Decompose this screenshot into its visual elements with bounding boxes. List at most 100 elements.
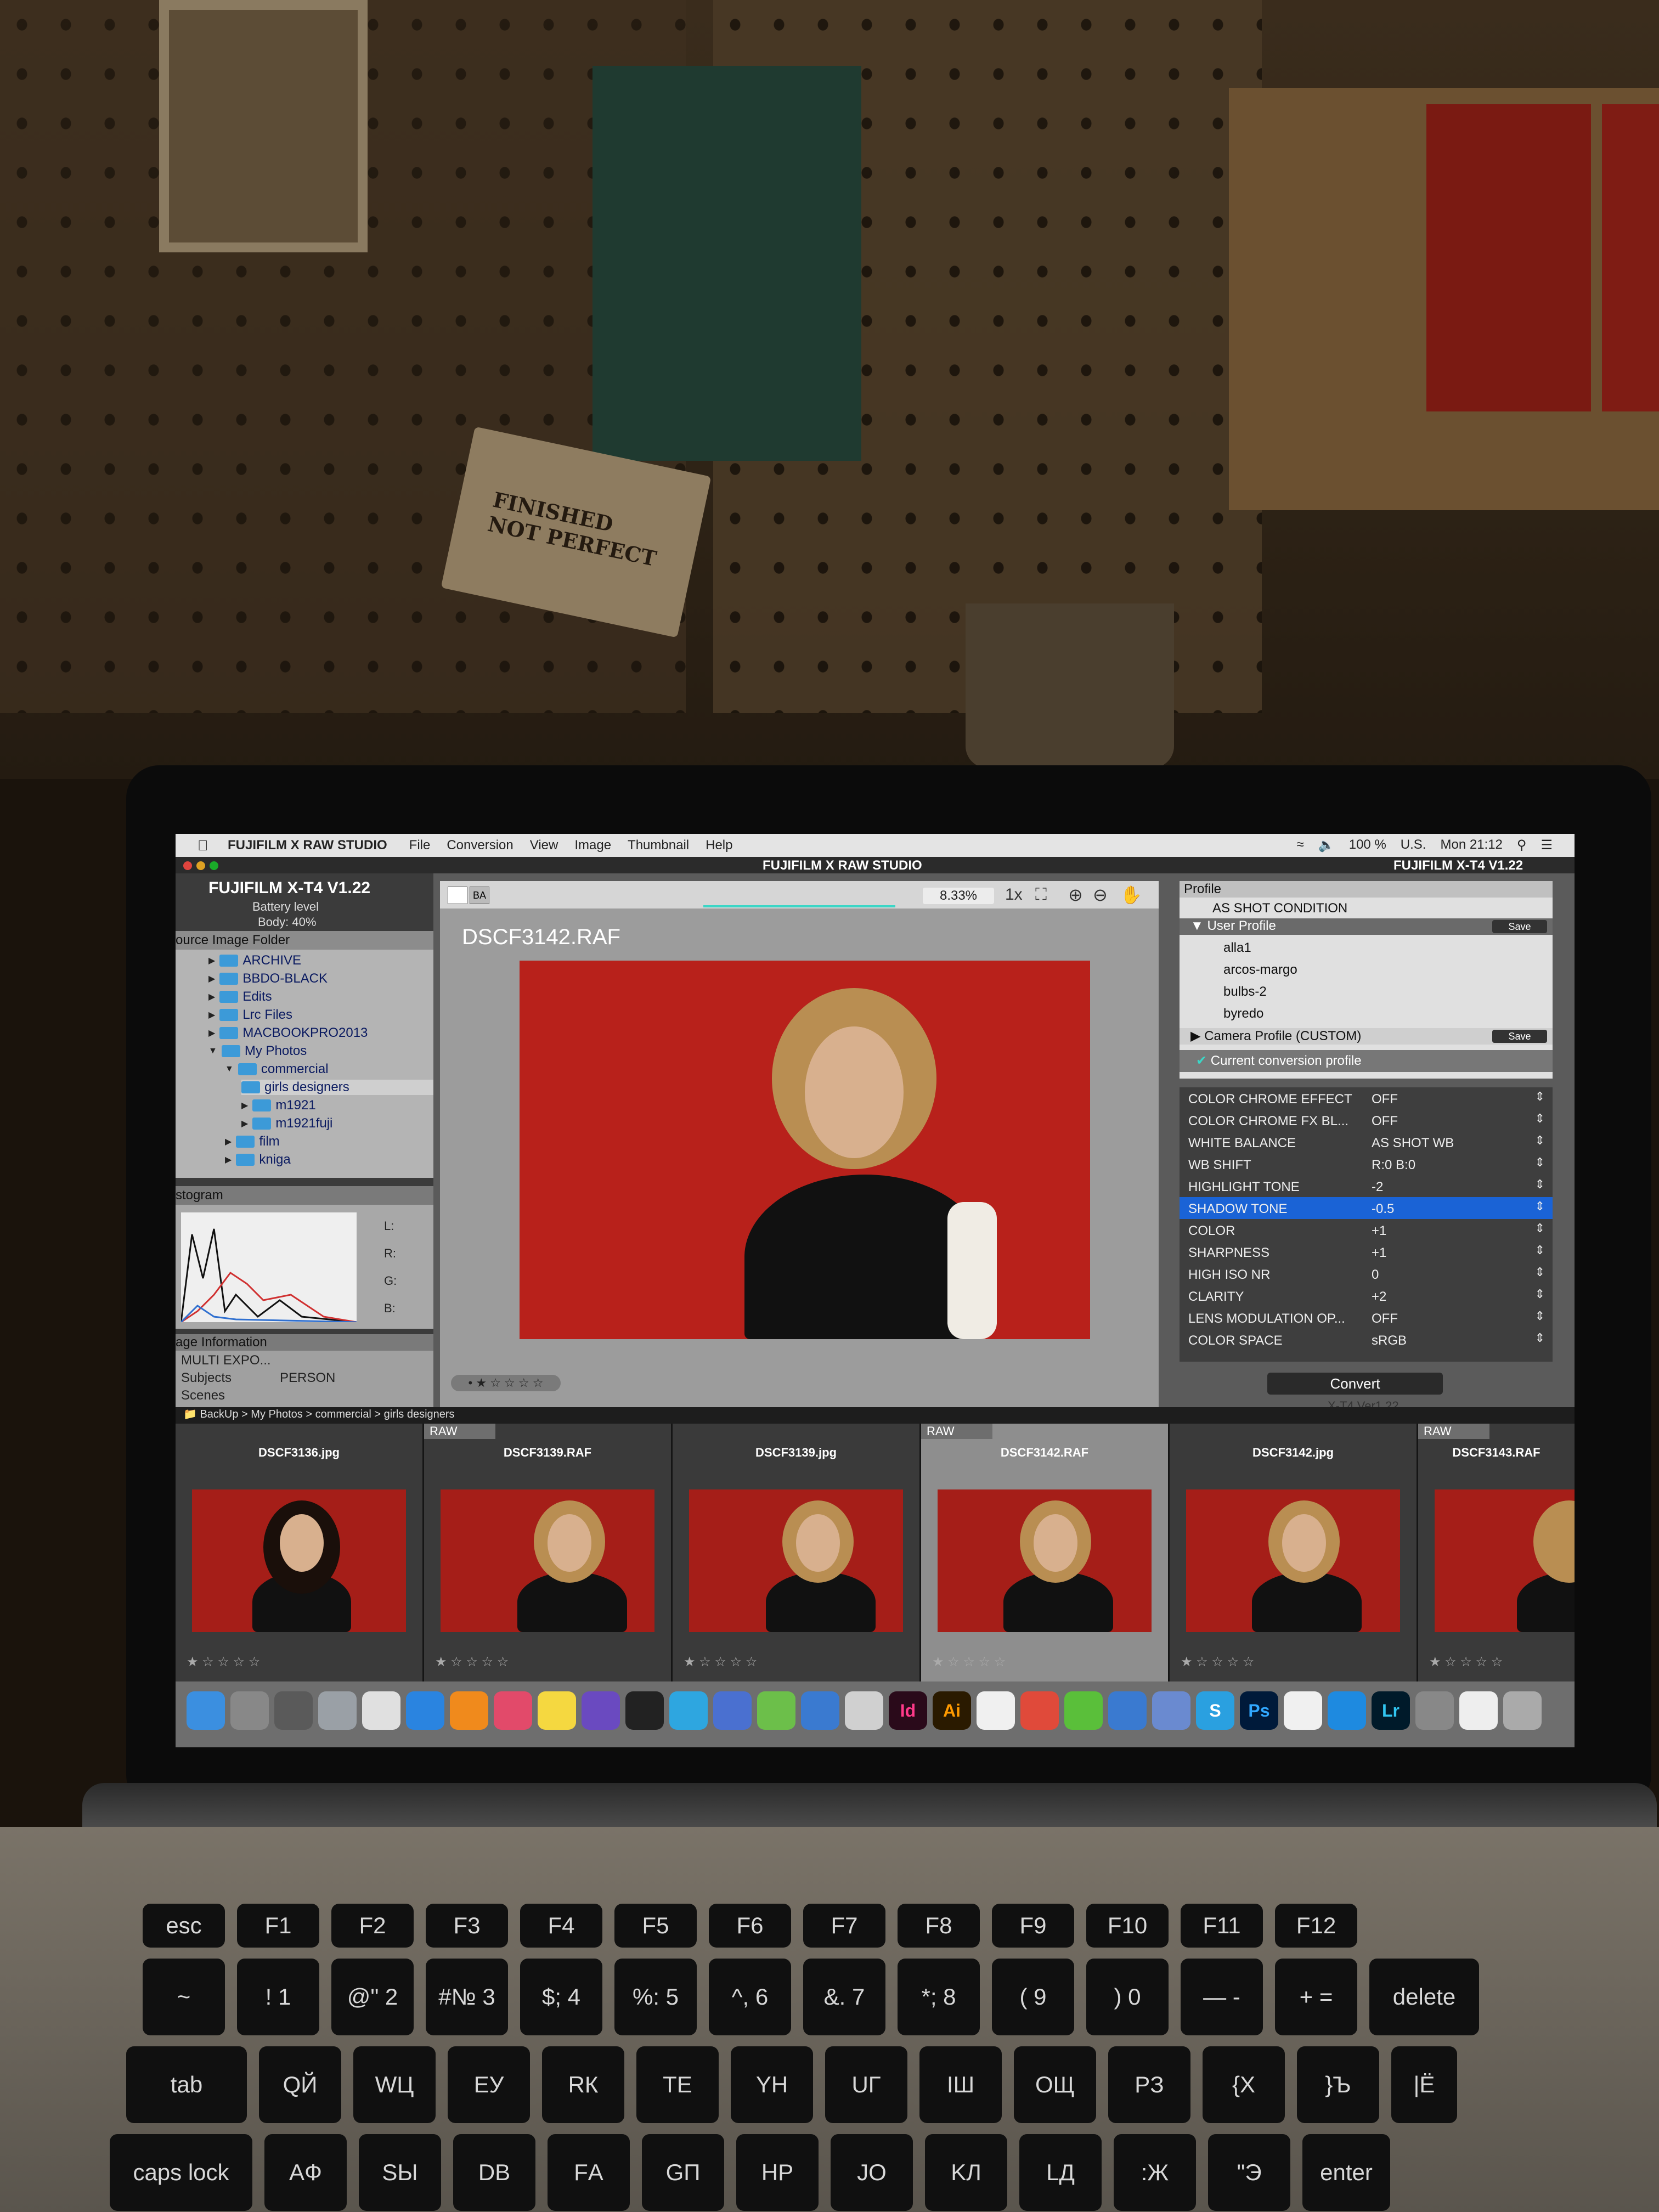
- folder-macbookpro2013[interactable]: ▶ MACBOOKPRO2013: [208, 1025, 368, 1041]
- param-row[interactable]: COLOR +1 ⇕: [1180, 1219, 1553, 1241]
- stepper-icon[interactable]: ⇕: [1535, 1177, 1545, 1192]
- single-view-button[interactable]: [448, 887, 467, 904]
- key-f7[interactable]: F7: [803, 1904, 885, 1948]
- param-row[interactable]: LENS MODULATION OP... OFF ⇕: [1180, 1307, 1553, 1329]
- user-profile-save-button[interactable]: Save: [1492, 920, 1547, 933]
- thumbnail[interactable]: RAW DSCF3139.RAF ★ ☆ ☆ ☆ ☆: [424, 1424, 673, 1681]
- key-f3[interactable]: F3: [426, 1904, 508, 1948]
- trash-icon[interactable]: [1503, 1691, 1542, 1730]
- dashboard-icon[interactable]: [274, 1691, 313, 1730]
- zoom-in-icon[interactable]: ⊕: [1068, 884, 1083, 905]
- folder-m1921[interactable]: ▶ m1921: [241, 1098, 316, 1113]
- skype-icon[interactable]: S: [1196, 1691, 1234, 1730]
- stepper-icon[interactable]: ⇕: [1535, 1133, 1545, 1148]
- key-f1[interactable]: F1: [237, 1904, 319, 1948]
- param-row[interactable]: SHARPNESS +1 ⇕: [1180, 1241, 1553, 1263]
- folder-kniga[interactable]: ▶ kniga: [225, 1152, 291, 1167]
- folder-film[interactable]: ▶ film: [225, 1134, 280, 1149]
- chrome-icon[interactable]: [1020, 1691, 1059, 1730]
- raw-studio-icon[interactable]: [625, 1691, 664, 1730]
- key-5[interactable]: %: 5: [614, 1959, 697, 2035]
- param-row[interactable]: WB SHIFT R:0 B:0 ⇕: [1180, 1153, 1553, 1175]
- key-j[interactable]: JО: [831, 2134, 913, 2211]
- profile-as-shot[interactable]: AS SHOT CONDITION: [1212, 901, 1347, 916]
- thumbnail[interactable]: DSCF3139.jpg ★ ☆ ☆ ☆ ☆: [673, 1424, 921, 1681]
- param-row[interactable]: COLOR CHROME EFFECT OFF ⇕: [1180, 1087, 1553, 1109]
- textedit-icon[interactable]: [977, 1691, 1015, 1730]
- folder-bbdo-black[interactable]: ▶ BBDO-BLACK: [208, 971, 328, 986]
- stepper-icon[interactable]: ⇕: [1535, 1199, 1545, 1214]
- expand-arrow-icon[interactable]: ▶: [208, 991, 215, 1002]
- zoom-1x-button[interactable]: 1x: [1005, 885, 1023, 904]
- param-row[interactable]: COLOR CHROME FX BL... OFF ⇕: [1180, 1109, 1553, 1131]
- thumbnail-rating[interactable]: ★ ☆ ☆ ☆ ☆: [684, 1654, 757, 1670]
- key-8[interactable]: *; 8: [898, 1959, 980, 2035]
- key-a[interactable]: AФ: [264, 2134, 347, 2211]
- search-icon[interactable]: ⚲: [1517, 837, 1527, 853]
- rating-stars[interactable]: • ★ ☆ ☆ ☆ ☆: [451, 1375, 561, 1391]
- stepper-icon[interactable]: ⇕: [1535, 1243, 1545, 1257]
- folder-lrc-files[interactable]: ▶ Lrc Files: [208, 1007, 292, 1023]
- notification-center-icon[interactable]: ☰: [1541, 837, 1553, 853]
- stepper-icon[interactable]: ⇕: [1535, 1090, 1545, 1104]
- key-minus[interactable]: — -: [1181, 1959, 1263, 2035]
- input-source[interactable]: U.S.: [1401, 837, 1426, 853]
- key-l[interactable]: LД: [1019, 2134, 1102, 2211]
- key-semicolon[interactable]: :Ж: [1114, 2134, 1196, 2211]
- stepper-icon[interactable]: ⇕: [1535, 1265, 1545, 1279]
- disk-utility-icon[interactable]: [845, 1691, 883, 1730]
- expand-arrow-icon[interactable]: ▶: [208, 1028, 215, 1039]
- lightroom-icon[interactable]: Lr: [1372, 1691, 1410, 1730]
- expand-arrow-icon[interactable]: ▶: [225, 1154, 232, 1165]
- key-f11[interactable]: F11: [1181, 1904, 1263, 1948]
- apple-icon[interactable]: : [198, 837, 208, 854]
- menu-file[interactable]: File: [409, 838, 431, 853]
- menu-thumbnail[interactable]: Thumbnail: [628, 838, 689, 853]
- music-icon[interactable]: [494, 1691, 532, 1730]
- key-2[interactable]: @" 2: [331, 1959, 414, 2035]
- thumbnail[interactable]: DSCF3142.jpg ★ ☆ ☆ ☆ ☆: [1170, 1424, 1418, 1681]
- key-f4[interactable]: F4: [520, 1904, 602, 1948]
- zoom-out-icon[interactable]: ⊖: [1093, 884, 1108, 905]
- safari-icon[interactable]: [406, 1691, 444, 1730]
- key-6[interactable]: ^, 6: [709, 1959, 791, 2035]
- photoshop-icon[interactable]: Ps: [1240, 1691, 1278, 1730]
- stepper-icon[interactable]: ⇕: [1535, 1331, 1545, 1345]
- key-e[interactable]: EУ: [448, 2046, 530, 2123]
- stepper-icon[interactable]: ⇕: [1535, 1221, 1545, 1235]
- app-store-icon[interactable]: [1328, 1691, 1366, 1730]
- minimize-window-button[interactable]: [196, 861, 205, 870]
- thumbnail-rating[interactable]: ★ ☆ ☆ ☆ ☆: [435, 1654, 509, 1670]
- menu-help[interactable]: Help: [706, 838, 732, 853]
- close-window-button[interactable]: [183, 861, 192, 870]
- illustrator-icon[interactable]: Ai: [933, 1691, 971, 1730]
- expand-arrow-icon[interactable]: ▶: [225, 1136, 232, 1147]
- stepper-icon[interactable]: ⇕: [1535, 1309, 1545, 1323]
- app-menu[interactable]: FUJIFILM X RAW STUDIO: [228, 838, 387, 853]
- profile-item[interactable]: alla1: [1223, 940, 1251, 956]
- profile-item[interactable]: arcos-margo: [1223, 962, 1297, 978]
- key-9[interactable]: ( 9: [992, 1959, 1074, 2035]
- collapse-arrow-icon[interactable]: ▼: [208, 1046, 217, 1056]
- current-profile-row[interactable]: ✔ Current conversion profile: [1180, 1050, 1553, 1072]
- key-y[interactable]: YН: [731, 2046, 813, 2123]
- expand-arrow-icon[interactable]: ▶: [241, 1100, 248, 1111]
- system-preferences-icon[interactable]: [1415, 1691, 1454, 1730]
- expand-arrow-icon[interactable]: ▶: [208, 973, 215, 984]
- key-quote[interactable]: "Э: [1208, 2134, 1290, 2211]
- key-q[interactable]: QЙ: [259, 2046, 341, 2123]
- key-i[interactable]: IШ: [919, 2046, 1002, 2123]
- menu-image[interactable]: Image: [574, 838, 611, 853]
- key-0[interactable]: ) 0: [1086, 1959, 1169, 2035]
- key-f12[interactable]: F12: [1275, 1904, 1357, 1948]
- before-after-button[interactable]: BA: [470, 887, 489, 904]
- utorrent-icon[interactable]: [1064, 1691, 1103, 1730]
- battery-status[interactable]: 100 %: [1349, 837, 1386, 853]
- key-enter[interactable]: enter: [1302, 2134, 1390, 2211]
- folder-archive[interactable]: ▶ ARCHIVE: [208, 953, 301, 968]
- thumbnail[interactable]: RAW DSCF3143.RAF ★ ☆ ☆ ☆ ☆: [1418, 1424, 1575, 1681]
- key-equals[interactable]: + =: [1275, 1959, 1357, 2035]
- fit-screen-icon[interactable]: ⛶: [1035, 885, 1047, 904]
- vpn-icon[interactable]: [713, 1691, 752, 1730]
- keynote-icon[interactable]: [1108, 1691, 1147, 1730]
